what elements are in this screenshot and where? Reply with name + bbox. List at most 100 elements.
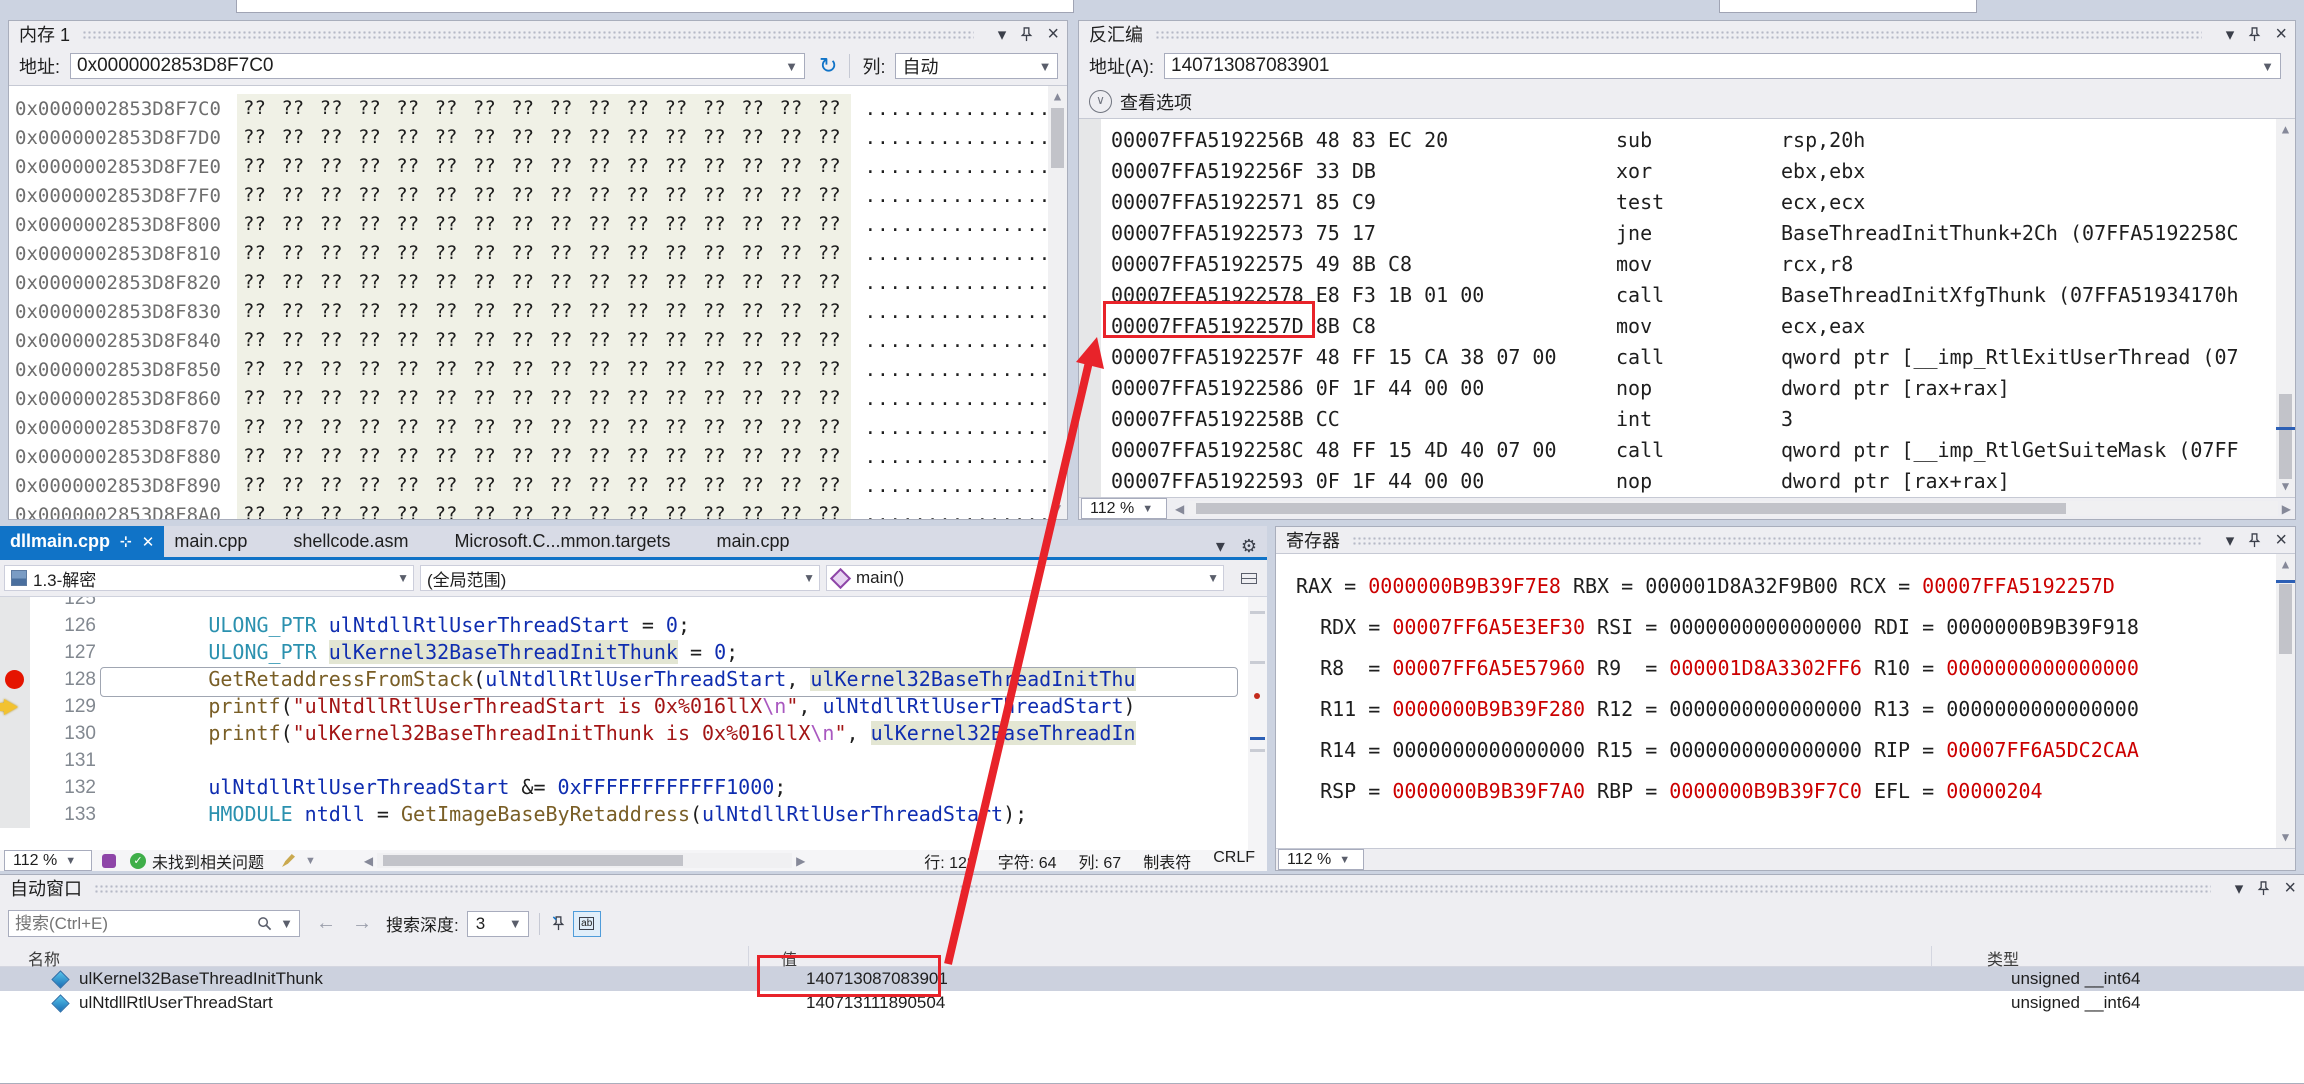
breakpoint-gutter[interactable] [1079,119,1101,497]
chevron-down-icon[interactable]: ▼ [779,59,804,74]
close-icon[interactable]: × [2275,24,2287,44]
scroll-up-icon[interactable]: ▲ [1048,88,1067,105]
scroll-right-icon[interactable]: ▶ [796,854,805,868]
breakpoint-gutter-cell[interactable] [0,639,30,666]
editor-zoom-select[interactable]: 112 %▼ [4,850,92,871]
memory-row-bytes[interactable]: ?? ?? ?? ?? ?? ?? ?? ?? ?? ?? ?? ?? ?? ?… [237,239,851,268]
autos-row-name[interactable]: ulKernel32BaseThreadInitThunk [0,969,774,989]
tab-shellcode-asm[interactable]: shellcode.asm [283,526,418,557]
pin-values-icon[interactable] [552,916,565,931]
refresh-icon[interactable]: ↻ [819,53,837,79]
window-position-icon[interactable]: ▾ [998,26,1007,43]
breakpoint-gutter-cell[interactable] [0,801,30,828]
function-dropdown[interactable]: main() ▼ [826,565,1224,591]
memory-titlebar[interactable]: 内存 1 ▾ × [9,21,1067,47]
breakpoint-icon[interactable] [5,670,24,689]
breakpoint-gutter-cell[interactable] [0,612,30,639]
tab-main-cpp[interactable]: main.cpp [164,526,257,557]
editor-hscrollbar[interactable] [377,853,792,868]
scroll-down-icon[interactable]: ▼ [2276,478,2295,495]
column-value[interactable]: 值 [749,946,1932,966]
breakpoint-gutter-cell[interactable] [0,747,30,774]
code-editor[interactable]: 125126 ULONG_PTR ulNtdllRtlUserThreadSta… [0,597,1267,850]
scope-dropdown[interactable]: (全局范围) ▼ [420,565,820,591]
tab-main-cpp[interactable]: main.cpp [707,526,800,557]
autos-row[interactable]: ulKernel32BaseThreadInitThunk14071308708… [0,967,2304,991]
memory-row-bytes[interactable]: ?? ?? ?? ?? ?? ?? ?? ?? ?? ?? ?? ?? ?? ?… [237,471,851,500]
back-icon[interactable]: ← [316,912,336,935]
column-type[interactable]: 类型 [1932,946,2304,966]
memory-row-bytes[interactable]: ?? ?? ?? ?? ?? ?? ?? ?? ?? ?? ?? ?? ?? ?… [237,442,851,471]
split-editor-icon[interactable] [1241,573,1257,584]
disassembly-code[interactable]: 00007FFA5192256B 48 83 EC 20subrsp,20h00… [1079,118,2295,497]
scroll-up-icon[interactable]: ▲ [2276,556,2295,573]
scroll-down-icon[interactable]: ▼ [1048,500,1067,517]
gear-icon[interactable]: ⚙ [1241,536,1257,557]
column-name[interactable]: 名称 [0,946,749,966]
project-dropdown[interactable]: 1.3-解密 ▼ [4,565,414,591]
registers-zoom-select[interactable]: 112 %▼ [1278,849,1364,870]
close-tab-icon[interactable]: ✕ [142,533,155,551]
tab-list-icon[interactable]: ▾ [1216,536,1225,557]
scroll-down-icon[interactable]: ▼ [2276,829,2295,846]
window-position-icon[interactable]: ▾ [2226,26,2235,43]
search-box[interactable]: ▼ [8,910,300,937]
memory-columns-combo[interactable]: 自动 ▼ [895,53,1058,79]
memory-row-bytes[interactable]: ?? ?? ?? ?? ?? ?? ?? ?? ?? ?? ?? ?? ?? ?… [237,210,851,239]
autos-row-value[interactable]: 140713111890504 [774,993,1956,1013]
memory-row-bytes[interactable]: ?? ?? ?? ?? ?? ?? ?? ?? ?? ?? ?? ?? ?? ?… [237,123,851,152]
search-input[interactable] [9,914,255,934]
memory-scrollbar[interactable]: ▲ ▼ [1048,86,1067,519]
breakpoint-gutter-cell[interactable] [0,693,30,720]
memory-address-input[interactable] [71,55,779,77]
scroll-left-icon[interactable]: ◀ [364,854,373,868]
memory-row-bytes[interactable]: ?? ?? ?? ?? ?? ?? ?? ?? ?? ?? ?? ?? ?? ?… [237,181,851,210]
chevron-down-icon[interactable]: ▼ [1033,59,1058,74]
editor-scrollbar[interactable] [1248,597,1267,850]
feedback-icon[interactable] [102,854,116,868]
memory-row-bytes[interactable]: ?? ?? ?? ?? ?? ?? ?? ?? ?? ?? ?? ?? ?? ?… [237,268,851,297]
breakpoint-gutter-cell[interactable] [0,597,30,612]
memory-row-bytes[interactable]: ?? ?? ?? ?? ?? ?? ?? ?? ?? ?? ?? ?? ?? ?… [237,384,851,413]
pin-tab-icon[interactable]: ⊹ [120,533,132,550]
registers-scrollbar[interactable]: ▲ ▼ [2276,554,2295,848]
edit-mode-icon[interactable] [282,854,295,867]
disassembly-titlebar[interactable]: 反汇编 ▾ × [1079,21,2295,47]
memory-row-bytes[interactable]: ?? ?? ?? ?? ?? ?? ?? ?? ?? ?? ?? ?? ?? ?… [237,152,851,181]
search-icon[interactable] [257,916,272,931]
close-icon[interactable]: × [2284,878,2296,898]
search-depth-select[interactable]: 3 ▼ [467,911,529,937]
pin-icon[interactable] [1020,27,1033,42]
pin-icon[interactable] [2248,27,2261,42]
autos-row-name[interactable]: ulNtdllRtlUserThreadStart [0,993,774,1013]
disasm-zoom-select[interactable]: 112 %▼ [1081,498,1167,519]
tab-microsoft-c-mmon-targets[interactable]: Microsoft.C...mmon.targets [444,526,680,557]
tab-dllmain-cpp[interactable]: dllmain.cpp⊹✕ [0,526,164,557]
registers-content[interactable]: RAX = 0000000B9B39F7E8 RBX = 000001D8A32… [1276,553,2295,848]
scroll-right-icon[interactable]: ▶ [2282,502,2291,516]
chevron-down-icon[interactable]: ▼ [503,916,528,931]
autos-titlebar[interactable]: 自动窗口 ▾ × [0,875,2304,901]
view-options-row[interactable]: ∨ 查看选项 [1079,85,2295,118]
memory-row-bytes[interactable]: ?? ?? ?? ?? ?? ?? ?? ?? ?? ?? ?? ?? ?? ?… [237,297,851,326]
scroll-left-icon[interactable]: ◀ [1175,502,1184,516]
chevron-down-icon[interactable]: ▼ [305,855,316,867]
scroll-up-icon[interactable]: ▲ [2276,121,2295,138]
pin-icon[interactable] [2257,881,2270,896]
pin-icon[interactable] [2248,533,2261,548]
disasm-hscrollbar[interactable] [1188,501,2278,516]
window-position-icon[interactable]: ▾ [2235,880,2244,897]
close-icon[interactable]: × [2275,530,2287,550]
autos-row-value[interactable]: 140713087083901 [774,969,1956,989]
disassembly-scrollbar[interactable]: ▲ ▼ [2276,119,2295,497]
memory-row-bytes[interactable]: ?? ?? ?? ?? ?? ?? ?? ?? ?? ?? ?? ?? ?? ?… [237,94,851,123]
chevron-down-icon[interactable]: ▼ [274,916,299,931]
registers-titlebar[interactable]: 寄存器 ▾ × [1276,527,2295,553]
memory-address-combo[interactable]: ▼ [70,53,805,79]
window-position-icon[interactable]: ▾ [2226,532,2235,549]
autos-row[interactable]: ulNtdllRtlUserThreadStart140713111890504… [0,991,2304,1015]
breakpoint-gutter-cell[interactable] [0,666,30,693]
chevron-down-circle-icon[interactable]: ∨ [1089,90,1112,113]
disasm-address-combo[interactable]: ▼ [1164,53,2281,79]
forward-icon[interactable]: → [352,912,372,935]
